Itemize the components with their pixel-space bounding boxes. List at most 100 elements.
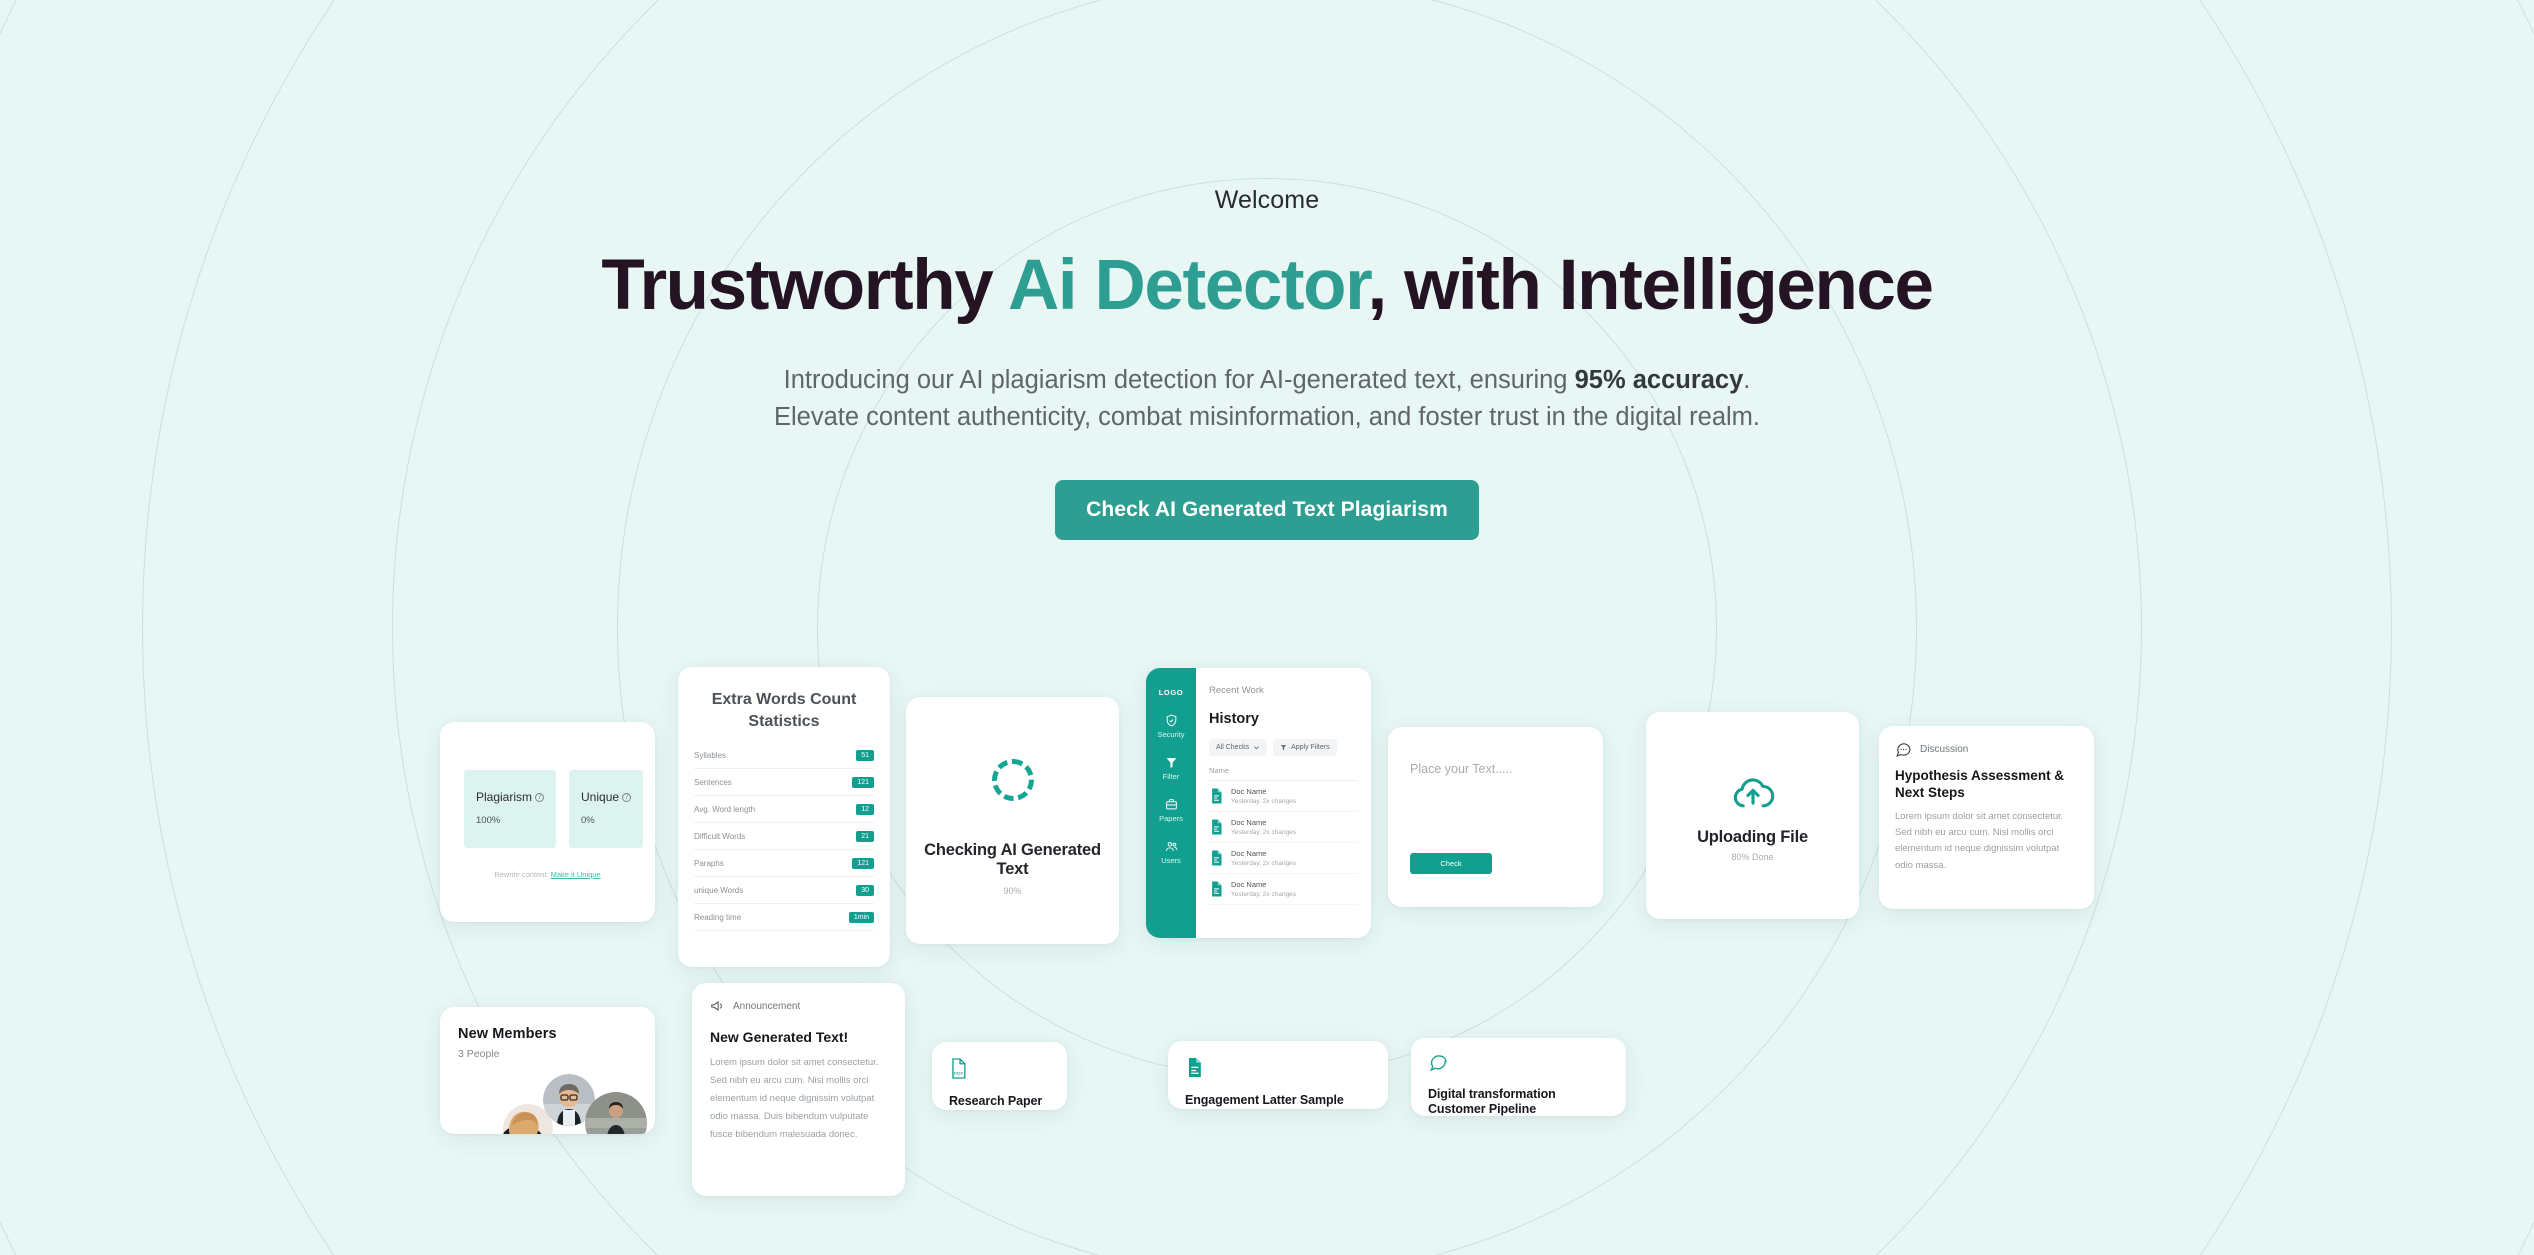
subtitle-emphasis: 95% accuracy (1574, 365, 1744, 394)
unique-label-text: Unique (581, 790, 620, 804)
spinner-container (906, 759, 1119, 801)
statistics-row-label: Paraphs (694, 858, 724, 868)
history-row-text: Doc Name Yesterday. 2x changes (1231, 849, 1296, 867)
history-row[interactable]: Doc Name Yesterday. 2x changes (1209, 874, 1358, 905)
sidebar-label-papers: Papers (1159, 814, 1183, 823)
apply-filters-button[interactable]: Apply Filters (1273, 739, 1337, 756)
history-doc-meta: Yesterday. 2x changes (1231, 798, 1297, 805)
file-card-digital-transformation[interactable]: Digital transformation Customer Pipeline… (1411, 1038, 1626, 1116)
megaphone-icon (711, 1001, 722, 1011)
history-filter-bar: All Checks Apply Filters (1209, 739, 1358, 756)
sidebar-item-filter[interactable]: Filter (1146, 756, 1196, 781)
upload-title: Uploading File (1697, 828, 1808, 846)
sidebar-label-security: Security (1157, 730, 1185, 739)
headline-accent: Ai Detector (1008, 246, 1369, 325)
info-icon[interactable]: ? (535, 792, 545, 802)
plagiarism-tile: Plagiarism? 100% (464, 770, 557, 848)
make-it-unique-link[interactable]: Make it Unique (551, 870, 601, 879)
history-column-header: Name (1209, 766, 1358, 781)
file-card-engagement-letter[interactable]: Engagement Latter Sample Link.googledoc.… (1168, 1041, 1388, 1109)
history-dashboard-card: LOGO Security Filter Papers Users Recent… (1146, 668, 1371, 938)
check-button[interactable]: Check (1410, 853, 1492, 874)
uploading-file-card: Uploading File 80% Done (1646, 712, 1859, 919)
cloud-upload-icon (1733, 778, 1774, 808)
unique-tile-label: Unique? (581, 790, 632, 804)
history-row[interactable]: Doc Name Yesterday. 2x changes (1209, 812, 1358, 843)
hero-section: Welcome Trustworthy Ai Detector, with In… (0, 0, 2534, 541)
statistics-row-label: Reading time (694, 912, 742, 922)
sidebar-item-papers[interactable]: Papers (1146, 798, 1196, 823)
sidebar-logo: LOGO (1158, 688, 1184, 697)
statistics-row-label: Avg. Word length (694, 804, 756, 814)
statistics-row: Reading time 1min (694, 904, 874, 932)
statistics-title: Extra Words Count Statistics (711, 691, 857, 730)
statistics-row-label: unique Words (694, 885, 744, 895)
unique-tile: Unique? 0% (569, 770, 644, 848)
announcement-header: Announcement (692, 983, 905, 1013)
sidebar-label-filter: Filter (1162, 772, 1180, 781)
chevron-down-icon (1254, 746, 1259, 750)
headline-part-1: Trustworthy (601, 246, 1008, 325)
members-title: New Members (458, 1026, 557, 1042)
funnel-icon (1280, 745, 1287, 751)
announcement-body: Lorem ipsum dolor sit amet consectetur. … (710, 1057, 879, 1141)
papers-icon (1165, 799, 1177, 810)
discussion-body: Lorem ipsum dolor sit amet consectetur. … (1895, 810, 2064, 871)
sidebar-item-users[interactable]: Users (1146, 840, 1196, 865)
announcement-card: Announcement New Generated Text! Lorem i… (692, 983, 905, 1196)
statistics-row-label: Syllables (694, 750, 727, 760)
statistics-row-label: Difficult Words (694, 831, 746, 841)
discussion-title: Hypothesis Assessment & Next Steps (1895, 768, 2065, 800)
history-heading: History (1209, 711, 1259, 727)
announcement-title: New Generated Text! (710, 1029, 849, 1045)
history-row-list: Doc Name Yesterday. 2x changes Doc Name Yes… (1209, 781, 1358, 905)
dashboard-sidebar: LOGO Security Filter Papers Users (1146, 668, 1196, 938)
statistics-row-value: 21 (856, 830, 874, 842)
all-checks-select[interactable]: All Checks (1209, 739, 1268, 756)
users-icon (1165, 842, 1177, 851)
history-doc-name: Doc Name (1231, 880, 1267, 889)
statistics-list: Syllables 51 Sentences 121 Avg. Word length 1… (678, 732, 890, 932)
file-title: Research Paper (949, 1094, 1043, 1108)
subtitle-part-1: Introducing our AI plagiarism detection … (783, 365, 1575, 394)
statistics-row-value: 12 (856, 803, 874, 815)
headline-part-2: , with Intelligence (1367, 246, 1934, 325)
hero-eyebrow: Welcome (1214, 186, 1320, 214)
statistics-row-value: 1min (848, 911, 874, 923)
statistics-row-value: 30 (856, 884, 874, 896)
info-icon[interactable]: ? (622, 792, 632, 802)
checking-percent: 90% (1003, 886, 1022, 896)
cta-container: Check AI Generated Text Plagiarism (0, 480, 2534, 541)
statistics-row-value: 121 (852, 857, 874, 869)
all-checks-label: All Checks (1216, 744, 1250, 751)
check-plagiarism-button[interactable]: Check AI Generated Text Plagiarism (1055, 480, 1479, 541)
text-input-card: Place your Text..... Check (1388, 727, 1603, 907)
sidebar-item-security[interactable]: Security (1146, 714, 1196, 739)
discussion-header: Discussion (1879, 726, 2094, 758)
history-row-text: Doc Name Yesterday. 2x changes (1231, 880, 1296, 898)
history-row[interactable]: Doc Name Yesterday. 2x changes (1209, 781, 1358, 812)
discussion-eyebrow: Discussion (1920, 744, 1969, 755)
history-doc-meta: Yesterday. 2x changes (1231, 860, 1297, 867)
statistics-row: Sentences 121 (694, 769, 874, 797)
history-doc-name: Doc Name (1231, 849, 1267, 858)
document-icon (1212, 819, 1222, 835)
text-input-placeholder[interactable]: Place your Text..... (1388, 727, 1603, 776)
history-doc-meta: Yesterday. 2x changes (1231, 891, 1297, 898)
history-row[interactable]: Doc Name Yesterday. 2x changes (1209, 843, 1358, 874)
word-statistics-card: Extra Words Count Statistics Syllables 51… (678, 667, 890, 967)
announcement-eyebrow: Announcement (733, 1000, 801, 1012)
rewrite-footer: Rewrite content. Make it Unique (440, 870, 655, 879)
upload-percent: 80% Done (1731, 852, 1774, 862)
file-card-research-paper[interactable]: PDF Research Paper Pdf File (932, 1042, 1067, 1110)
unique-tile-value: 0% (581, 815, 595, 826)
apply-filters-label: Apply Filters (1291, 744, 1330, 751)
funnel-icon (1166, 758, 1176, 768)
hero-subtitle: Introducing our AI plagiarism detection … (767, 362, 1767, 436)
statistics-row: Avg. Word length 12 (694, 796, 874, 824)
plagiarism-label-text: Plagiarism (476, 790, 533, 804)
chat-bubble-icon (1896, 743, 1911, 757)
discussion-card: Discussion Hypothesis Assessment & Next … (1879, 726, 2094, 909)
chat-bubble-icon (1430, 1055, 1447, 1072)
file-title: Digital transformation Customer Pipeline (1428, 1087, 1556, 1116)
